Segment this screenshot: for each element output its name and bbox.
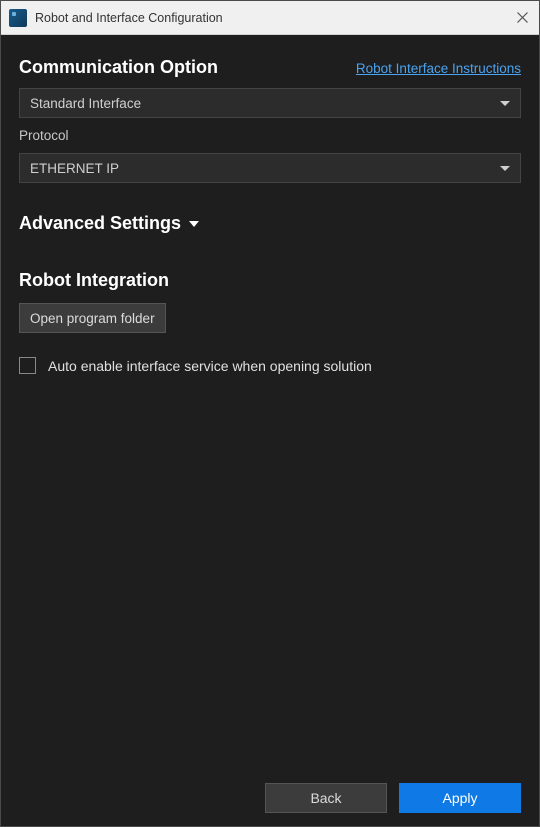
protocol-dropdown-value: ETHERNET IP (30, 161, 119, 176)
chevron-down-icon (500, 101, 510, 106)
close-icon (517, 12, 528, 23)
instructions-link[interactable]: Robot Interface Instructions (356, 61, 521, 76)
protocol-label: Protocol (19, 128, 521, 143)
advanced-settings-title: Advanced Settings (19, 213, 181, 234)
open-program-folder-button[interactable]: Open program folder (19, 303, 166, 333)
chevron-down-icon (500, 166, 510, 171)
interface-dropdown-value: Standard Interface (30, 96, 141, 111)
robot-integration-title: Robot Integration (19, 270, 521, 291)
window-title: Robot and Interface Configuration (35, 11, 497, 25)
config-dialog: Robot and Interface Configuration Commun… (0, 0, 540, 827)
app-icon (9, 9, 27, 27)
advanced-settings-toggle[interactable]: Advanced Settings (19, 213, 199, 234)
apply-button[interactable]: Apply (399, 783, 521, 813)
titlebar: Robot and Interface Configuration (1, 1, 539, 35)
interface-dropdown[interactable]: Standard Interface (19, 88, 521, 118)
protocol-dropdown[interactable]: ETHERNET IP (19, 153, 521, 183)
chevron-down-icon (189, 221, 199, 227)
spacer (19, 374, 521, 770)
communication-title: Communication Option (19, 57, 218, 78)
checkbox-box (19, 357, 36, 374)
back-button[interactable]: Back (265, 783, 387, 813)
communication-header: Communication Option Robot Interface Ins… (19, 57, 521, 78)
auto-enable-label: Auto enable interface service when openi… (48, 358, 372, 374)
auto-enable-checkbox[interactable]: Auto enable interface service when openi… (19, 357, 372, 374)
footer: Back Apply (1, 770, 539, 826)
close-button[interactable] (505, 1, 539, 35)
content-area: Communication Option Robot Interface Ins… (1, 35, 539, 770)
